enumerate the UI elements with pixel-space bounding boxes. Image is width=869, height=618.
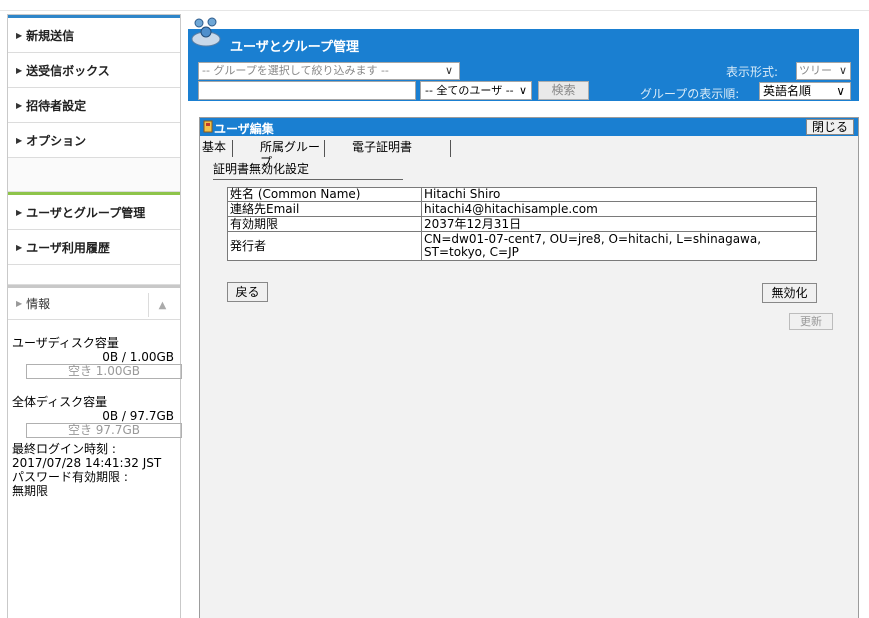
nav-label: ユーザとグループ管理 xyxy=(26,205,146,220)
view-mode-label: 表示形式: xyxy=(726,65,779,79)
user-scope-text: -- 全てのユーザ -- xyxy=(425,84,514,97)
user-edit-panel: ユーザ編集 閉じる 基本 所属グループ 電子証明書 証明書無効化設定 姓名 (C… xyxy=(199,117,859,618)
table-row: 姓名 (Common Name) Hitachi Shiro xyxy=(227,187,817,202)
sidebar: ▶ 新規送信 ▶ 送受信ボックス ▶ 招待者設定 ▶ オプション ▶ ユーザとグループ管理… xyxy=(7,14,182,618)
chevron-down-icon: ∨ xyxy=(838,64,847,77)
revoke-button[interactable]: 無効化 xyxy=(762,283,817,303)
chevron-down-icon: ∨ xyxy=(518,84,527,97)
search-input[interactable] xyxy=(198,81,416,100)
nav-group-admin: ▶ ユーザとグループ管理 ▶ ユーザ利用履歴 xyxy=(8,192,180,265)
nav-spacer xyxy=(8,265,180,285)
nav-spacer xyxy=(8,158,180,192)
table-row: 発行者 CN=dw01-07-cent7, OU=jre8, O=hitachi… xyxy=(227,231,817,261)
total-disk-title: 全体ディスク容量 xyxy=(12,395,108,409)
triangle-right-icon: ▶ xyxy=(16,135,23,145)
triangle-right-icon: ▶ xyxy=(16,299,23,308)
nav-label: 送受信ボックス xyxy=(26,63,110,78)
row-value: 2037年12月31日 xyxy=(421,216,817,232)
group-order-text: 英語名順 xyxy=(763,84,812,98)
triangle-right-icon: ▶ xyxy=(16,30,23,40)
triangle-right-icon: ▶ xyxy=(16,242,23,252)
row-key: 発行者 xyxy=(227,231,422,261)
last-login-value: 2017/07/28 14:41:32 JST xyxy=(12,456,162,470)
close-button[interactable]: 閉じる xyxy=(806,119,854,135)
search-button[interactable]: 検索 xyxy=(538,81,589,100)
section-title: 証明書無効化設定 xyxy=(213,160,403,180)
tab-certificate[interactable]: 電子証明書 xyxy=(325,140,451,157)
top-divider xyxy=(0,10,869,11)
nav-send-receive-box[interactable]: ▶ 送受信ボックス xyxy=(8,53,180,88)
table-row: 有効期限 2037年12月31日 xyxy=(227,216,817,232)
chevron-down-icon: ∨ xyxy=(836,84,845,98)
nav-options[interactable]: ▶ オプション xyxy=(8,123,180,158)
user-group-icon xyxy=(191,17,221,47)
nav-user-group-management[interactable]: ▶ ユーザとグループ管理 xyxy=(8,195,180,230)
row-key: 有効期限 xyxy=(227,216,422,232)
view-mode-select[interactable]: ツリー ∨ xyxy=(796,62,851,80)
row-value: CN=dw01-07-cent7, OU=jre8, O=hitachi, L=… xyxy=(421,231,817,261)
group-order-select[interactable]: 英語名順 ∨ xyxy=(759,82,851,100)
info-panel-header[interactable]: ▶ 情報 ▲ xyxy=(8,285,180,320)
page-title: ユーザとグループ管理 xyxy=(230,40,359,55)
nav-group-main: ▶ 新規送信 ▶ 送受信ボックス ▶ 招待者設定 ▶ オプション xyxy=(8,15,180,158)
triangle-right-icon: ▶ xyxy=(16,100,23,110)
total-disk-usage: 0B / 97.7GB xyxy=(102,409,174,423)
chevron-down-icon: ∨ xyxy=(444,64,453,77)
info-header-label: 情報 xyxy=(26,297,51,311)
nav-label: 招待者設定 xyxy=(26,98,87,113)
total-disk-free-bar: 空き 97.7GB xyxy=(26,423,182,438)
nav-label: オプション xyxy=(26,133,87,148)
view-mode-text: ツリー xyxy=(799,64,832,77)
user-disk-free-bar: 空き 1.00GB xyxy=(26,364,182,379)
tab-basic[interactable]: 基本 xyxy=(200,140,233,157)
collapse-up-icon[interactable]: ▲ xyxy=(148,293,176,317)
certificate-table: 姓名 (Common Name) Hitachi Shiro 連絡先Email … xyxy=(227,187,817,261)
update-button[interactable]: 更新 xyxy=(789,313,833,330)
triangle-right-icon: ▶ xyxy=(16,207,23,217)
nav-label: 新規送信 xyxy=(26,28,75,43)
password-expiry-label: パスワード有効期限 : xyxy=(12,470,128,484)
user-disk-usage: 0B / 1.00GB xyxy=(102,350,174,364)
panel-header: ユーザ編集 閉じる xyxy=(200,118,858,136)
group-filter-select[interactable]: -- グループを選択して絞り込みます -- ∨ xyxy=(198,62,460,80)
user-disk-title: ユーザディスク容量 xyxy=(12,336,119,350)
row-key: 姓名 (Common Name) xyxy=(227,187,422,202)
user-icon xyxy=(203,120,213,133)
back-button[interactable]: 戻る xyxy=(227,282,268,302)
group-filter-text: -- グループを選択して絞り込みます -- xyxy=(202,64,389,77)
nav-label: ユーザ利用履歴 xyxy=(26,240,110,255)
row-value: Hitachi Shiro xyxy=(421,187,817,202)
nav-new-send[interactable]: ▶ 新規送信 xyxy=(8,18,180,53)
row-value: hitachi4@hitachisample.com xyxy=(421,201,817,217)
row-key: 連絡先Email xyxy=(227,201,422,217)
tab-bar: 基本 所属グループ 電子証明書 xyxy=(200,140,451,169)
group-order-label: グループの表示順: xyxy=(640,87,740,101)
nav-user-usage-history[interactable]: ▶ ユーザ利用履歴 xyxy=(8,230,180,265)
user-scope-select[interactable]: -- 全てのユーザ -- ∨ xyxy=(420,81,532,100)
tab-groups[interactable]: 所属グループ xyxy=(233,140,325,169)
password-expiry-value: 無期限 xyxy=(12,484,49,498)
app-header: ユーザとグループ管理 -- グループを選択して絞り込みます -- ∨ -- 全て… xyxy=(188,17,859,101)
last-login-label: 最終ログイン時刻 : xyxy=(12,442,116,456)
triangle-right-icon: ▶ xyxy=(16,65,23,75)
table-row: 連絡先Email hitachi4@hitachisample.com xyxy=(227,201,817,217)
info-panel-body: ユーザディスク容量 0B / 1.00GB 空き 1.00GB 全体ディスク容量… xyxy=(8,320,182,498)
nav-invitee-settings[interactable]: ▶ 招待者設定 xyxy=(8,88,180,123)
panel-title: ユーザ編集 xyxy=(214,122,274,136)
